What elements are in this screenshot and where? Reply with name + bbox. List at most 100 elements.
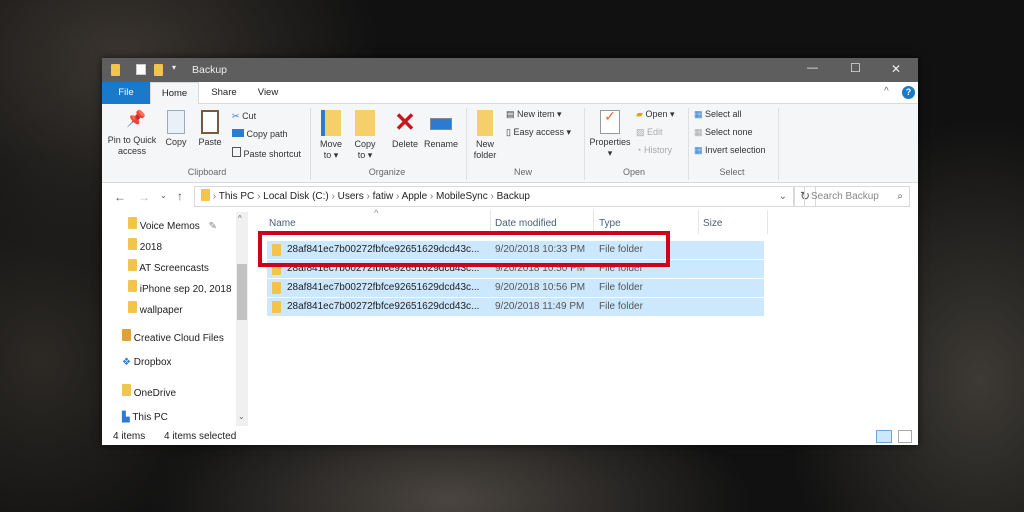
group-select: Select [719, 167, 745, 177]
breadcrumb-mobilesync[interactable]: MobileSync [436, 191, 488, 202]
address-dropdown-icon[interactable]: ⌄ [779, 187, 787, 206]
breadcrumb-backup[interactable]: Backup [497, 191, 530, 202]
copy-button[interactable]: Copy [162, 110, 190, 148]
select-all-icon: ▦ [694, 109, 703, 119]
properties-check-icon: ✓ [600, 109, 620, 134]
folder-icon [272, 301, 281, 313]
select-none-button[interactable]: ▦ Select none [694, 127, 753, 138]
history-button[interactable]: ◔ History [636, 145, 672, 155]
tab-view[interactable]: View [248, 82, 288, 104]
paste-shortcut-icon [232, 147, 241, 157]
address-row: ← → ⌄ ↑ › This PC › Local Disk (C:) › Us… [102, 185, 918, 209]
nav-item-onedrive[interactable]: OneDrive [122, 384, 176, 399]
copy-to-button[interactable]: Copy to ▾ [350, 110, 380, 161]
ribbon-tabs: File Home Share View ^ ? [102, 82, 918, 104]
nav-scrollbar[interactable]: ^ ⌄ [236, 212, 248, 426]
breadcrumb-local-disk[interactable]: Local Disk (C:) [263, 191, 329, 202]
creative-cloud-icon [122, 329, 131, 341]
delete-button[interactable]: ✕ Delete [388, 108, 422, 150]
search-icon: ⌕ [897, 191, 903, 202]
column-header-name[interactable]: Name [269, 218, 296, 229]
paste-shortcut-button[interactable]: Paste shortcut [232, 147, 301, 159]
group-clipboard: Clipboard [187, 167, 227, 177]
new-item-icon: ▤ [506, 109, 515, 119]
column-header-type[interactable]: Type [599, 218, 621, 229]
copy-path-button[interactable]: Copy path [232, 129, 288, 139]
new-folder-button[interactable]: New folder [470, 110, 500, 161]
select-all-button[interactable]: ▦ Select all [694, 109, 742, 120]
copy-path-icon [232, 129, 244, 137]
nav-item-wallpaper[interactable]: wallpaper [128, 301, 183, 316]
status-bar: 4 items 4 items selected [102, 428, 918, 445]
search-input[interactable]: Search Backup ⌕ [804, 186, 910, 207]
folder-icon [128, 280, 137, 292]
paste-button[interactable]: Paste [196, 110, 224, 148]
group-open: Open [622, 167, 646, 177]
invert-selection-icon: ▦ [694, 145, 703, 155]
rename-button[interactable]: Rename [424, 110, 458, 150]
easy-access-icon: ▯ [506, 127, 511, 137]
edit-button[interactable]: ▨ Edit [636, 127, 663, 138]
help-icon[interactable]: ? [902, 86, 915, 99]
pin-quick-access-button[interactable]: 📌 Pin to Quick access [106, 111, 158, 157]
column-header-date[interactable]: Date modified [495, 218, 557, 229]
file-explorer-window: ▾ Backup — ☐ ✕ File Home Share View ^ ? … [102, 58, 918, 445]
tab-share[interactable]: Share [202, 82, 246, 104]
pin-icon: 📌 [126, 111, 146, 128]
forward-button[interactable]: → [138, 190, 150, 204]
folder-icon [201, 189, 210, 201]
copy-icon [167, 110, 185, 134]
breadcrumb-apple[interactable]: Apple [402, 191, 428, 202]
copy-to-icon [355, 110, 375, 136]
nav-item-at-screencasts[interactable]: AT Screencasts [128, 259, 209, 274]
move-to-button[interactable]: Move to ▾ [316, 110, 346, 161]
properties-button[interactable]: ✓ Properties ▾ [588, 109, 632, 159]
column-header-size[interactable]: Size [703, 218, 722, 229]
nav-item-creative-cloud[interactable]: Creative Cloud Files [122, 329, 224, 344]
large-icons-view-button[interactable] [898, 430, 912, 443]
close-button[interactable]: ✕ [891, 62, 901, 76]
recent-locations-button[interactable]: ⌄ [160, 191, 167, 200]
nav-item-2018[interactable]: 2018 [128, 238, 162, 253]
delete-x-icon: ✕ [394, 107, 416, 137]
new-folder-icon [477, 110, 493, 136]
tab-home[interactable]: Home [150, 82, 199, 104]
tab-file[interactable]: File [102, 82, 150, 104]
back-button[interactable]: ← [114, 190, 126, 204]
details-view-button[interactable] [876, 430, 892, 443]
cut-button[interactable]: ✂ Cut [232, 111, 256, 122]
folder-icon [128, 217, 137, 229]
nav-item-voice-memos[interactable]: Voice Memos ✎ [128, 217, 217, 232]
invert-selection-button[interactable]: ▦ Invert selection [694, 145, 766, 156]
breadcrumb-fatiw[interactable]: fatiw [373, 191, 394, 202]
minimize-button[interactable]: — [807, 62, 818, 74]
nav-item-this-pc[interactable]: ▙ This PC [122, 412, 168, 423]
address-bar[interactable]: › This PC › Local Disk (C:) › Users › fa… [194, 186, 794, 207]
rename-icon [430, 118, 452, 130]
up-button[interactable]: ↑ [177, 189, 183, 203]
file-row[interactable]: 28af841ec7b00272fbfce92651629dcd43c... 9/… [267, 279, 764, 297]
scissors-icon: ✂ [232, 111, 240, 121]
breadcrumb-users[interactable]: Users [338, 191, 364, 202]
new-item-button[interactable]: ▤ New item ▾ [506, 109, 562, 120]
file-row[interactable]: 28af841ec7b00272fbfce92651629dcd43c... 9/… [267, 298, 764, 316]
scrollbar-thumb[interactable] [237, 264, 247, 320]
open-button[interactable]: ▰ Open ▾ [636, 109, 674, 120]
new-folder-quick-icon[interactable] [154, 64, 163, 76]
item-count: 4 items [113, 431, 146, 442]
nav-item-iphone[interactable]: iPhone sep 20, 2018 [128, 280, 238, 295]
ribbon: 📌 Pin to Quick access Copy Paste ✂ Cut Co… [102, 104, 918, 183]
group-organize: Organize [368, 167, 406, 177]
maximize-button[interactable]: ☐ [850, 61, 861, 75]
navigation-pane: Voice Memos ✎ 2018 AT Screencasts iPhone… [102, 210, 248, 428]
title-bar: ▾ Backup — ☐ ✕ [102, 58, 918, 82]
breadcrumb-this-pc[interactable]: This PC [219, 191, 255, 202]
collapse-ribbon-icon[interactable]: ^ [884, 86, 889, 97]
folder-icon [128, 238, 137, 250]
easy-access-button[interactable]: ▯ Easy access ▾ [506, 127, 571, 138]
properties-quick-icon[interactable] [136, 64, 146, 75]
nav-item-dropbox[interactable]: ❖ Dropbox [122, 357, 172, 368]
highlight-box [258, 231, 670, 267]
window-title: Backup [192, 64, 228, 76]
customize-toolbar-icon[interactable]: ▾ [172, 63, 176, 72]
